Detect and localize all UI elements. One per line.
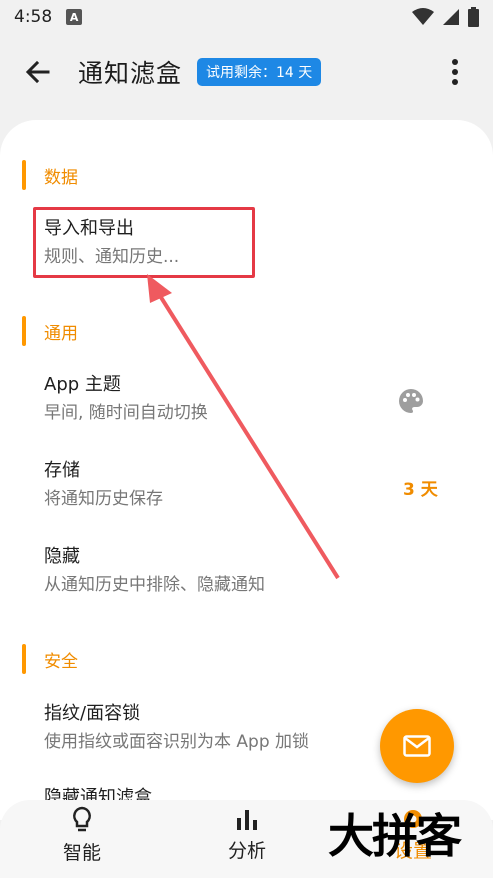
- signal-icon: [443, 9, 459, 25]
- section-label: 数据: [44, 167, 78, 188]
- item-subtitle: 将通知历史保存: [44, 489, 163, 509]
- bar-chart-icon: [237, 810, 257, 830]
- item-storage[interactable]: 存储 将通知历史保存: [44, 459, 163, 511]
- item-title: App 主题: [44, 374, 121, 395]
- item-subtitle: 从通知历史中排除、隐藏通知: [44, 575, 265, 595]
- back-arrow-icon[interactable]: [22, 56, 54, 88]
- section-accent-bar: [22, 644, 26, 674]
- mail-icon: [403, 735, 431, 757]
- palette-icon: [399, 389, 423, 413]
- nav-label: 智能: [62, 842, 101, 864]
- wifi-icon: [412, 8, 434, 25]
- item-title: 隐藏: [44, 546, 80, 567]
- page-title: 通知滤盒: [78, 59, 183, 88]
- item-title: 存储: [44, 460, 80, 481]
- section-label: 通用: [44, 323, 78, 344]
- item-hide[interactable]: 隐藏 从通知历史中排除、隐藏通知: [44, 545, 265, 597]
- section-header-security: 安全: [22, 644, 78, 674]
- app-bar: 通知滤盒 试用剩余：14 天: [0, 40, 493, 104]
- feedback-fab[interactable]: [380, 709, 454, 783]
- item-app-theme[interactable]: App 主题 早间, 随时间自动切换: [44, 373, 208, 425]
- section-accent-bar: [22, 160, 26, 190]
- nav-label: 分析: [227, 840, 266, 862]
- storage-value: 3 天: [403, 480, 438, 500]
- highlight-box: [33, 207, 255, 278]
- nav-item-smart[interactable]: 智能: [22, 800, 142, 878]
- watermark-logo: 大拼客: [328, 809, 462, 863]
- trial-badge[interactable]: 试用剩余：14 天: [197, 58, 322, 86]
- section-label: 安全: [44, 651, 78, 672]
- section-accent-bar: [22, 316, 26, 346]
- item-title: 指纹/面容锁: [44, 703, 141, 724]
- item-subtitle: 使用指纹或面容识别为本 App 加锁: [44, 732, 310, 752]
- more-vert-icon[interactable]: [440, 56, 470, 88]
- status-time: 4:58: [14, 7, 53, 27]
- item-subtitle: 早间, 随时间自动切换: [44, 403, 208, 423]
- nav-item-analysis[interactable]: 分析: [187, 800, 307, 878]
- status-bar: 4:58 A: [0, 0, 493, 34]
- item-biometric-lock[interactable]: 指纹/面容锁 使用指纹或面容识别为本 App 加锁: [44, 702, 309, 754]
- section-header-data: 数据: [22, 160, 78, 190]
- lightbulb-icon: [73, 806, 91, 832]
- notification-app-icon: A: [66, 9, 83, 25]
- battery-icon: [468, 7, 479, 27]
- section-header-general: 通用: [22, 316, 78, 346]
